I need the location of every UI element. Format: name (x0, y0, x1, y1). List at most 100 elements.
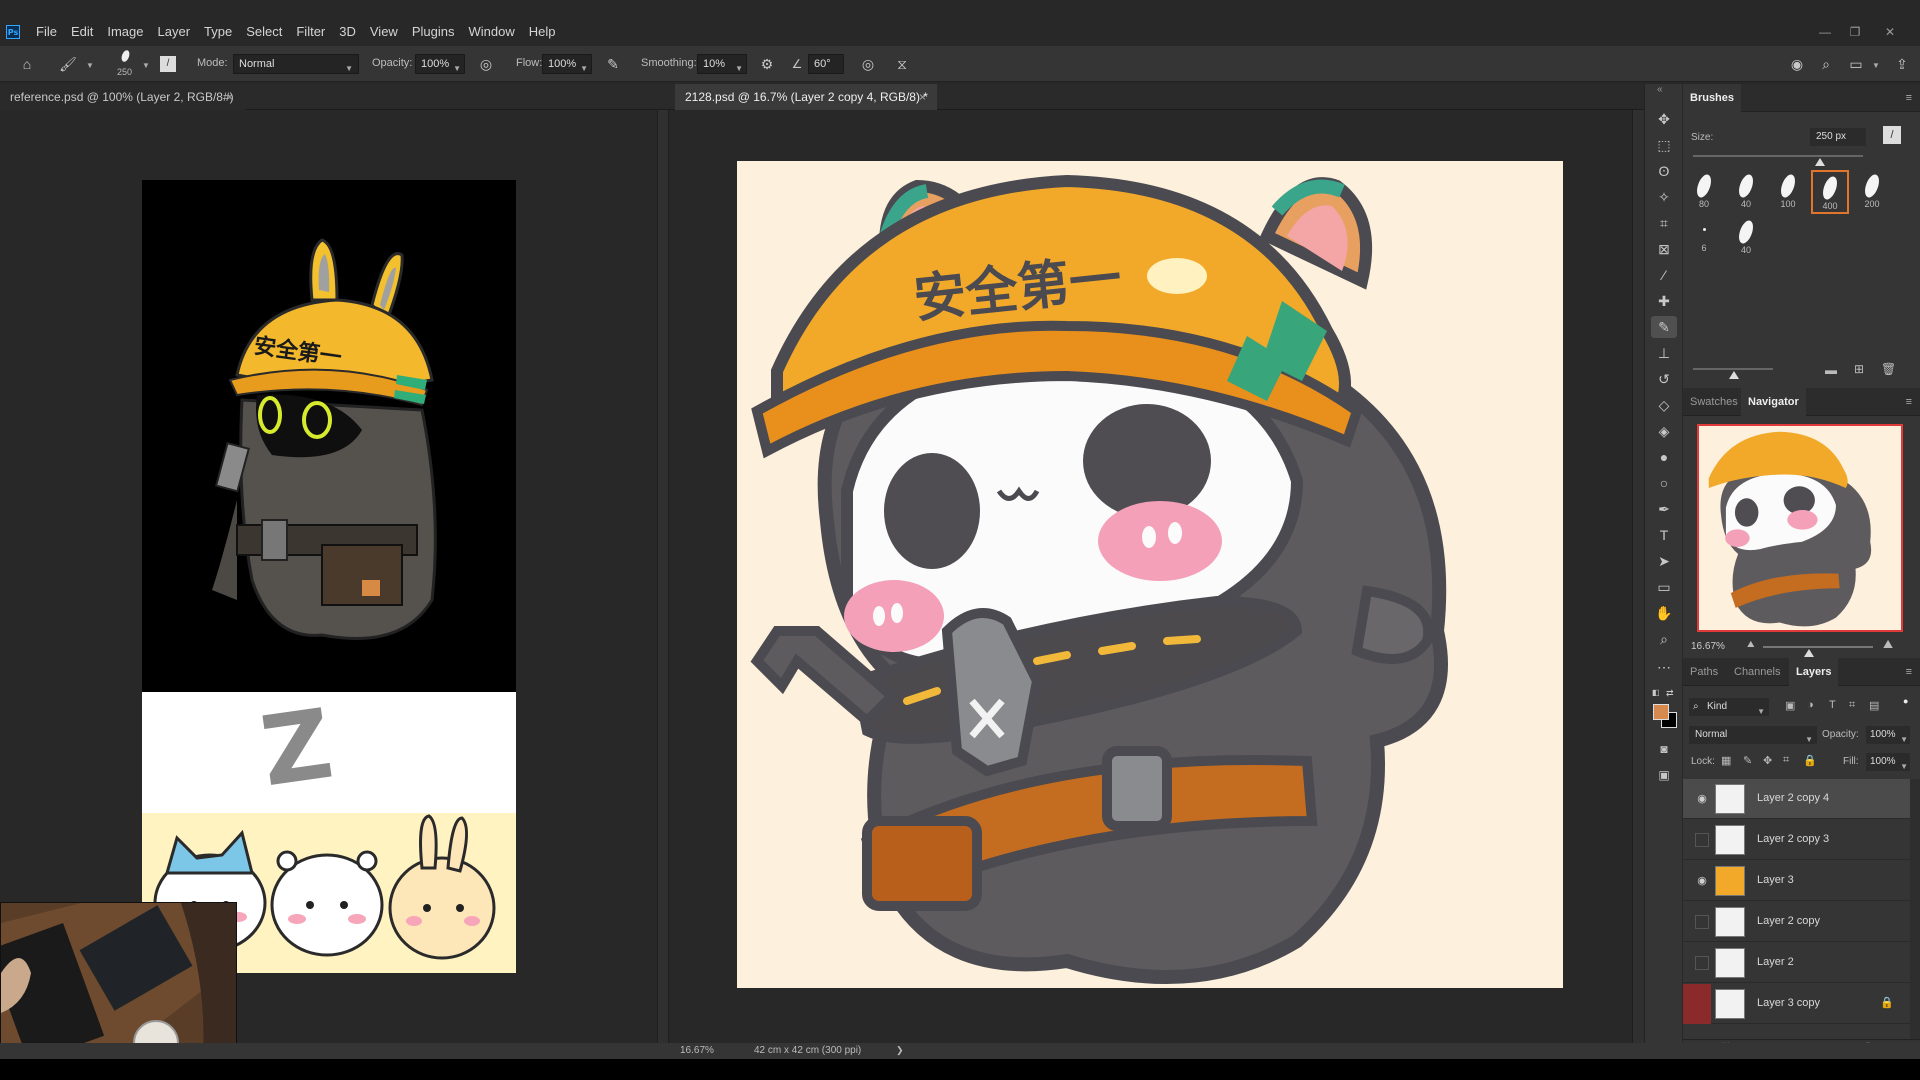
brush-preset-3[interactable]: 100 (1769, 170, 1807, 214)
rectangle-tool-icon[interactable]: ▭ (1651, 576, 1677, 598)
menu-window[interactable]: Window (461, 18, 521, 46)
brush-preset-2[interactable]: 40 (1727, 170, 1765, 214)
vertical-scrollbar[interactable] (1632, 110, 1644, 1043)
healing-brush-tool-icon[interactable]: ✚ (1651, 290, 1677, 312)
layers-scrollbar[interactable] (1910, 779, 1920, 1039)
tab-swatches[interactable]: Swatches (1683, 388, 1745, 416)
zoom-in-icon[interactable]: ⛰ (1883, 637, 1893, 652)
filter-smart-object-icon[interactable]: ▤ (1869, 699, 1879, 712)
tab-channels[interactable]: Channels (1727, 658, 1787, 686)
brush-tool-icon[interactable]: 🖌 (58, 54, 78, 74)
share-icon[interactable]: ⇪ (1892, 54, 1912, 74)
filter-pixel-icon[interactable]: ▣ (1785, 699, 1795, 712)
menu-select[interactable]: Select (239, 18, 289, 46)
layer-color-label[interactable] (1683, 984, 1711, 1024)
opacity-input[interactable]: 100% ▼ (415, 54, 465, 74)
crop-tool-icon[interactable]: ⌗ (1651, 212, 1677, 234)
history-brush-tool-icon[interactable]: ↺ (1651, 368, 1677, 390)
pressure-opacity-icon[interactable]: ◎ (476, 54, 496, 74)
paint-bucket-tool-icon[interactable]: ◈ (1651, 420, 1677, 442)
slider-handle-icon[interactable] (1815, 158, 1825, 166)
brush-size-input[interactable]: 250 px (1810, 128, 1866, 146)
zoom-out-icon[interactable]: ⛰ (1747, 639, 1755, 650)
reference-image-character[interactable]: 安全第一 (142, 180, 516, 692)
lock-position-icon[interactable]: ✥ (1763, 754, 1772, 767)
menu-plugins[interactable]: Plugins (405, 18, 462, 46)
menu-image[interactable]: Image (100, 18, 150, 46)
tab-layers[interactable]: Layers (1789, 658, 1839, 686)
close-button[interactable]: ✕ (1875, 18, 1905, 46)
eyedropper-tool-icon[interactable]: ⁄ (1651, 264, 1677, 286)
hand-tool-icon[interactable]: ✋ (1651, 602, 1677, 624)
blur-tool-icon[interactable]: ● (1651, 446, 1677, 468)
airbrush-icon[interactable]: ✎ (603, 54, 623, 74)
navigator-zoom-slider[interactable] (1763, 646, 1873, 648)
restore-button[interactable]: ❐ (1840, 18, 1870, 46)
frame-tool-icon[interactable]: ⊠ (1651, 238, 1677, 260)
tab-reference[interactable]: reference.psd @ 100% (Layer 2, RGB/8#) × (0, 84, 245, 110)
gear-icon[interactable]: ⚙ (757, 54, 777, 74)
brush-preset-5[interactable]: 200 (1853, 170, 1891, 214)
menu-type[interactable]: Type (197, 18, 239, 46)
lock-all-icon[interactable]: 🔒 (1803, 754, 1817, 767)
layer-row[interactable]: Layer 2 copy (1683, 902, 1910, 942)
lasso-tool-icon[interactable]: ʘ (1651, 160, 1677, 182)
brush-size-slider[interactable] (1693, 155, 1863, 157)
brush-preset-1[interactable]: 80 (1685, 170, 1723, 214)
quick-mask-icon[interactable]: ◙ (1651, 738, 1677, 760)
mode-select[interactable]: Normal ▼ (233, 54, 359, 74)
slider-handle-icon[interactable] (1729, 371, 1739, 379)
menu-view[interactable]: View (363, 18, 405, 46)
collapse-icon[interactable]: « (1657, 84, 1663, 95)
layer-row[interactable]: Layer 3 copy 🔒 (1683, 984, 1910, 1024)
reference-image-sketch[interactable]: Z (142, 688, 516, 813)
navigator-preview[interactable] (1697, 424, 1903, 632)
smoothing-input[interactable]: 10% ▼ (697, 54, 747, 74)
chevron-down-icon[interactable]: ▼ (1872, 61, 1880, 70)
menu-edit[interactable]: Edit (64, 18, 100, 46)
more-tools-icon[interactable]: ⋯ (1651, 656, 1677, 678)
type-tool-icon[interactable]: T (1651, 524, 1677, 546)
eraser-tool-icon[interactable]: ◇ (1651, 394, 1677, 416)
status-zoom[interactable]: 16.67% (680, 1045, 714, 1056)
layer-opacity-input[interactable]: 100% ▼ (1866, 726, 1910, 744)
layer-row[interactable]: Layer 2 (1683, 943, 1910, 983)
lock-artboard-icon[interactable]: ⌗ (1783, 754, 1789, 767)
menu-layer[interactable]: Layer (151, 18, 198, 46)
menu-3d[interactable]: 3D (332, 18, 363, 46)
filter-type-icon[interactable]: T (1829, 699, 1836, 711)
folder-icon[interactable]: ▬ (1825, 363, 1837, 377)
visibility-toggle[interactable] (1695, 956, 1709, 970)
layer-row[interactable]: ◉ Layer 2 copy 4 (1683, 779, 1910, 819)
close-icon[interactable]: × (919, 84, 926, 110)
dodge-tool-icon[interactable]: ○ (1651, 472, 1677, 494)
pen-tool-icon[interactable]: ✒ (1651, 498, 1677, 520)
filter-adjustment-icon[interactable]: ◑ (1807, 699, 1814, 711)
zoom-tool-icon[interactable]: ⌕ (1651, 628, 1677, 650)
brush-preset-4-selected[interactable]: 400 (1811, 170, 1849, 214)
visibility-toggle[interactable] (1695, 915, 1709, 929)
blend-mode-select[interactable]: Normal ▼ (1689, 726, 1817, 744)
fill-input[interactable]: 100% ▼ (1866, 753, 1910, 771)
visibility-toggle[interactable] (1695, 833, 1709, 847)
new-brush-icon[interactable]: ⊞ (1854, 362, 1864, 376)
status-menu-arrow[interactable]: ❯ (896, 1045, 904, 1056)
vertical-scrollbar[interactable] (657, 110, 669, 1043)
chevron-down-icon[interactable]: ▼ (142, 61, 150, 70)
swap-colors-icon[interactable]: ⇄ (1666, 688, 1674, 699)
lock-transparent-icon[interactable]: ▦ (1721, 754, 1731, 767)
layer-row[interactable]: Layer 2 copy 3 (1683, 820, 1910, 860)
brush-preset-7[interactable]: 40 (1727, 216, 1765, 260)
brush-tool-icon[interactable]: ✎ (1651, 316, 1677, 338)
main-canvas[interactable]: 安全第一 (737, 161, 1563, 988)
menu-help[interactable]: Help (522, 18, 563, 46)
tab-2128[interactable]: 2128.psd @ 16.7% (Layer 2 copy 4, RGB/8)… (675, 84, 937, 110)
preview-size-slider[interactable] (1693, 368, 1773, 370)
foreground-color-swatch[interactable] (1653, 704, 1669, 720)
minimize-button[interactable]: — (1810, 18, 1840, 46)
tab-paths[interactable]: Paths (1683, 658, 1725, 686)
screen-mode-icon[interactable]: ▣ (1651, 764, 1677, 786)
brush-settings-icon[interactable]: / (1883, 126, 1901, 144)
brush-settings-icon[interactable]: / (160, 56, 176, 72)
slider-handle-icon[interactable] (1804, 649, 1814, 657)
